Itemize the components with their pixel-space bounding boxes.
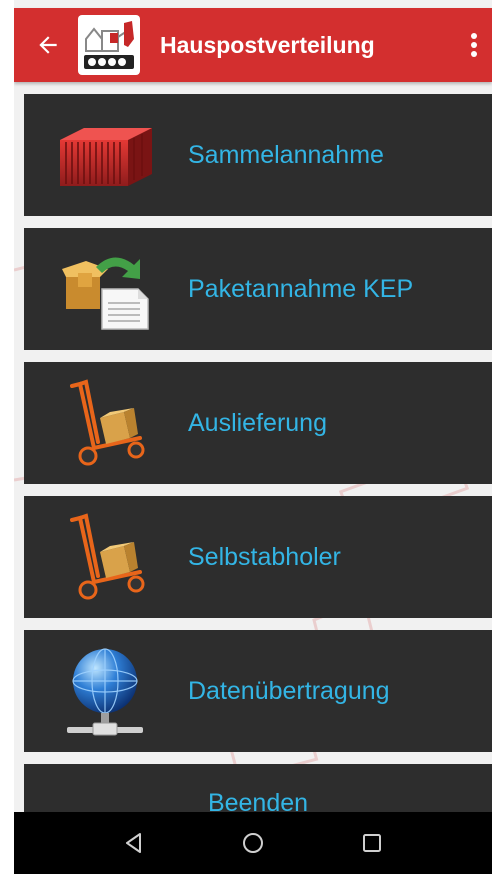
menu-item-sammelannahme[interactable]: Sammelannahme — [24, 94, 492, 216]
app-logo — [78, 15, 140, 75]
overflow-menu-button[interactable] — [456, 8, 492, 82]
globe-network-icon — [24, 630, 188, 752]
menu-item-auslieferung[interactable]: Auslieferung — [24, 362, 492, 484]
menu-item-label: Paketannahme KEP — [188, 274, 414, 303]
back-button[interactable] — [20, 8, 76, 82]
menu-item-paketannahme-kep[interactable]: Paketannahme KEP — [24, 228, 492, 350]
menu-item-label: Auslieferung — [188, 408, 327, 437]
nav-recents-icon — [363, 834, 382, 852]
menu-item-label: Sammelannahme — [188, 140, 384, 169]
nav-back-icon — [125, 833, 141, 853]
menu-item-selbstabholer[interactable]: Selbstabholer — [24, 496, 492, 618]
nav-home-icon — [242, 833, 263, 853]
more-vert-icon — [471, 33, 477, 57]
main-menu: Sammelannahme Paketannahme KEP Ausliefer… — [24, 94, 492, 824]
menu-item-datenuebertragung[interactable]: Datenübertragung — [24, 630, 492, 752]
app-title: Hauspostverteilung — [160, 31, 375, 58]
hand-truck-icon — [24, 496, 188, 618]
screen: Hauspostverteilung Sammelannahme Paketan… — [14, 0, 492, 874]
container-icon — [24, 94, 188, 216]
nav-home-button[interactable] — [223, 818, 283, 868]
nav-recents-button[interactable] — [342, 818, 402, 868]
nav-back-button[interactable] — [104, 818, 164, 868]
parcel-document-icon — [24, 228, 188, 350]
hand-truck-icon — [24, 362, 188, 484]
system-navigation-bar — [14, 812, 492, 874]
back-arrow-icon — [39, 36, 57, 54]
app-bar: Hauspostverteilung — [14, 8, 492, 82]
menu-item-label: Selbstabholer — [188, 542, 341, 571]
menu-item-beenden[interactable]: Beenden — [24, 764, 492, 817]
app-logo-icon — [84, 21, 134, 69]
menu-item-label: Datenübertragung — [188, 676, 390, 705]
